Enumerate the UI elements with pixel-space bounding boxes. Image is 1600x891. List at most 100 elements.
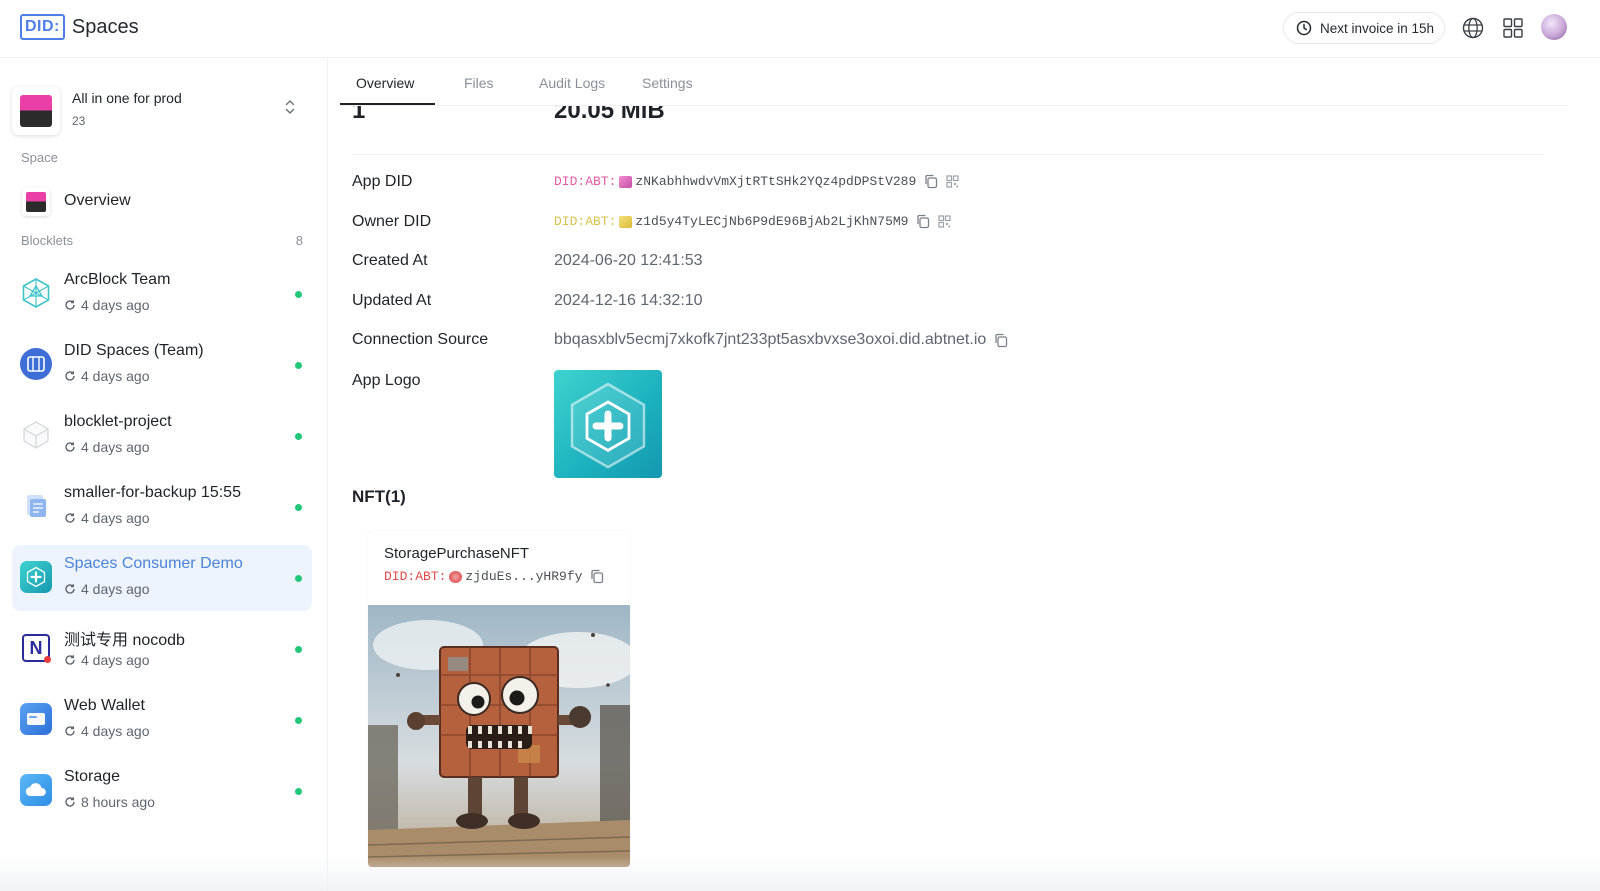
space-switcher[interactable]: All in one for prod 23 [12, 84, 312, 135]
blocklet-time-text: 4 days ago [81, 368, 150, 384]
blocklet-name: blocklet-project [64, 413, 172, 430]
tab-audit-logs[interactable]: Audit Logs [539, 75, 605, 91]
owner-did-value: DID:ABT: z1d5y4TyLECjNb6P9dE96BjAb2LjKhN… [554, 214, 952, 229]
bottom-fade [0, 856, 1600, 891]
app-did-label: App DID [352, 173, 413, 190]
did-prefix: DID:ABT: [554, 214, 617, 229]
language-globe-icon[interactable] [1461, 16, 1485, 40]
copy-icon[interactable] [924, 174, 938, 189]
sidebar-item-blocklet-project[interactable]: blocklet-project 4 days ago [12, 403, 312, 469]
owner-did: z1d5y4TyLECjNb6P9dE96BjAb2LjKhN75M9 [635, 214, 909, 229]
refresh-icon [65, 300, 75, 310]
backup-icon [20, 490, 52, 522]
nft-image [368, 605, 630, 867]
nocodb-icon: N [22, 634, 51, 663]
blocklet-time: 4 days ago [64, 581, 150, 597]
blocklet-time: 8 hours ago [64, 794, 155, 810]
owner-did-label: Owner DID [352, 213, 432, 230]
blocklet-time: 4 days ago [64, 297, 150, 313]
section-divider [352, 154, 1544, 155]
space-section-label: Space [21, 150, 58, 165]
did-prefix: DID:ABT: [554, 174, 617, 189]
sidebar-item-arcblock-team[interactable]: ArcBlock Team 4 days ago [12, 261, 312, 327]
active-tab-indicator [340, 103, 435, 105]
cube-icon [20, 419, 52, 451]
connection-source-label: Connection Source [352, 331, 489, 348]
status-dot [295, 575, 302, 582]
copy-icon[interactable] [590, 569, 604, 584]
overview-thumbnail [22, 188, 50, 216]
connection-source-text: bbqasxblv5ecmj7xkofk7jnt233pt5asxbvxse3o… [554, 331, 987, 348]
nft-card[interactable]: StoragePurchaseNFT DID:ABT: zjduEs...yHR… [368, 531, 630, 867]
sidebar-item-storage[interactable]: Storage 8 hours ago [12, 758, 312, 824]
next-invoice-label: Next invoice in 15h [1320, 20, 1435, 36]
logo-text: Spaces [71, 15, 139, 38]
updated-at-value: 2024-12-16 14:32:10 [554, 292, 703, 309]
blocklet-time: 4 days ago [64, 439, 150, 455]
refresh-icon [65, 726, 75, 736]
blocklet-name: ArcBlock Team [64, 271, 171, 288]
status-dot [295, 646, 302, 653]
created-at-value: 2024-06-20 12:41:53 [554, 252, 703, 269]
apps-grid-icon[interactable] [1501, 16, 1525, 40]
top-bar: DID: Spaces Next invoice in 15h [0, 0, 1600, 58]
space-count: 23 [72, 114, 86, 128]
blocklet-time-text: 4 days ago [81, 723, 150, 739]
blocklet-time-text: 8 hours ago [81, 794, 155, 810]
blocklet-name: 测试专用 nocodb [64, 632, 185, 649]
app-did-text: DID:ABT: zNKabhhwdvVmXjtRTtSHk2YQz4pdDPS… [554, 174, 916, 189]
sidebar-item-nocodb[interactable]: N 测试专用 nocodb 4 days ago [12, 616, 312, 682]
status-dot [295, 788, 302, 795]
user-avatar[interactable] [1541, 14, 1567, 40]
space-name: All in one for prod [72, 90, 182, 106]
updated-at-label: Updated At [352, 292, 432, 309]
blocklet-time: 4 days ago [64, 652, 150, 668]
blocklets-section-label: Blocklets [21, 233, 74, 248]
created-at-label: Created At [352, 252, 428, 269]
copy-icon[interactable] [916, 214, 930, 229]
sidebar-item-smaller-for-backup[interactable]: smaller-for-backup 15:55 4 days ago [12, 474, 312, 540]
next-invoice-button[interactable]: Next invoice in 15h [1283, 12, 1445, 44]
app-logo-image [554, 370, 662, 478]
sidebar-item-web-wallet[interactable]: Web Wallet 4 days ago [12, 687, 312, 753]
blocklet-time-text: 4 days ago [81, 510, 150, 526]
chevron-up-down-icon [285, 100, 295, 114]
qrcode-icon[interactable] [938, 215, 952, 228]
overview-label: Overview [64, 192, 131, 209]
nft-did-text: zjduEs...yHR9fy [465, 569, 583, 584]
blocklet-time-text: 4 days ago [81, 652, 150, 668]
tab-files[interactable]: Files [464, 75, 494, 91]
blocklet-time: 4 days ago [64, 510, 150, 526]
refresh-icon [65, 442, 75, 452]
wallet-icon [20, 703, 52, 735]
owner-did-text: DID:ABT: z1d5y4TyLECjNb6P9dE96BjAb2LjKhN… [554, 214, 908, 229]
sidebar-item-did-spaces-team[interactable]: DID Spaces (Team) 4 days ago [12, 332, 312, 398]
did-spaces-logo[interactable]: DID: Spaces [20, 14, 139, 40]
refresh-icon [65, 513, 75, 523]
blocklet-name: Web Wallet [64, 697, 145, 714]
blocklet-time-text: 4 days ago [81, 297, 150, 313]
blocklet-time-text: 4 days ago [81, 581, 150, 597]
connection-source-value: bbqasxblv5ecmj7xkofk7jnt233pt5asxbvxse3o… [554, 331, 1008, 349]
nft-section-title: NFT(1) [352, 487, 406, 506]
qrcode-icon[interactable] [946, 175, 959, 188]
app-did: zNKabhhwdvVmXjtRTtSHk2YQz4pdDPStV289 [635, 174, 917, 189]
sidebar: All in one for prod 23 Space Overview Bl… [0, 58, 328, 891]
blocklet-name: Storage [64, 768, 121, 785]
did-avatar-icon [619, 215, 633, 228]
tab-settings[interactable]: Settings [642, 75, 693, 91]
did-prefix: DID:ABT: [384, 569, 447, 584]
tab-overview[interactable]: Overview [356, 75, 414, 91]
sidebar-item-spaces-consumer-demo[interactable]: Spaces Consumer Demo 4 days ago [12, 545, 312, 611]
blocklet-name: DID Spaces (Team) [64, 342, 204, 359]
cloud-icon [20, 774, 52, 806]
blocklets-count: 8 [295, 233, 303, 248]
sidebar-item-overview[interactable]: Overview [12, 182, 312, 220]
status-dot [295, 504, 302, 511]
refresh-icon [65, 584, 75, 594]
refresh-icon [65, 655, 75, 665]
status-dot [295, 362, 302, 369]
space-thumbnail [12, 87, 60, 135]
status-dot [295, 717, 302, 724]
copy-icon[interactable] [994, 333, 1008, 348]
